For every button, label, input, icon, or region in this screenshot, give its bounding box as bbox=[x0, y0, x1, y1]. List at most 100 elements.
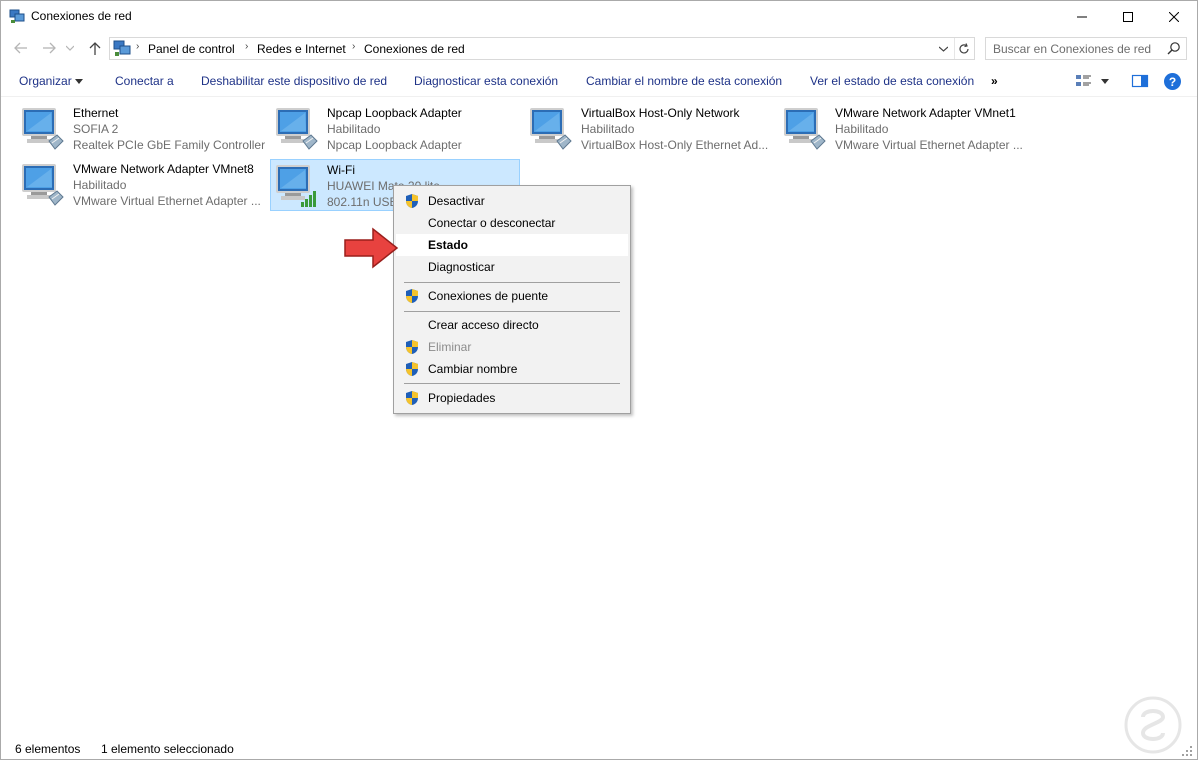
connection-name: VirtualBox Host-Only Network bbox=[581, 106, 740, 120]
menu-item-disable[interactable]: Desactivar bbox=[396, 190, 628, 212]
ethernet-adapter-icon bbox=[22, 108, 64, 150]
menu-item-connect-disconnect[interactable]: Conectar o desconectar bbox=[396, 212, 628, 234]
menu-item-bridge-connections[interactable]: Conexiones de puente bbox=[396, 285, 628, 307]
minimize-icon bbox=[1077, 16, 1087, 17]
menu-item-label: Eliminar bbox=[428, 340, 472, 354]
resize-grip-icon[interactable] bbox=[1181, 745, 1193, 757]
maximize-icon bbox=[1123, 11, 1133, 22]
forward-button[interactable] bbox=[39, 38, 59, 58]
recent-locations-button[interactable] bbox=[63, 38, 77, 58]
ethernet-adapter-icon bbox=[530, 108, 572, 150]
connect-to-button[interactable]: Conectar a bbox=[115, 74, 174, 88]
navigation-bar: › Panel de control › Redes e Internet › … bbox=[1, 35, 1197, 61]
annotation-arrow-icon bbox=[344, 227, 399, 269]
organize-label: Organizar bbox=[19, 74, 72, 88]
ethernet-adapter-icon bbox=[22, 164, 64, 206]
network-connections-icon bbox=[113, 40, 131, 56]
menu-item-label: Estado bbox=[428, 238, 469, 252]
menu-item-rename[interactable]: Cambiar nombre bbox=[396, 358, 628, 380]
chevron-down-icon bbox=[66, 45, 74, 51]
status-bar: 6 elementos 1 elemento seleccionado bbox=[1, 739, 1197, 759]
connection-name: VMware Network Adapter VMnet1 bbox=[835, 106, 1016, 120]
connection-name: Wi-Fi bbox=[327, 163, 355, 177]
caret-down-icon bbox=[75, 79, 84, 85]
connection-device: Realtek PCIe GbE Family Controller bbox=[73, 138, 266, 152]
connection-status: Habilitado bbox=[581, 122, 635, 136]
address-dropdown-button[interactable] bbox=[934, 38, 952, 59]
uac-shield-icon bbox=[406, 289, 418, 303]
connection-item-ethernet[interactable]: Ethernet SOFIA 2 Realtek PCIe GbE Family… bbox=[17, 103, 267, 155]
menu-separator bbox=[404, 311, 620, 312]
menu-item-label: Conectar o desconectar bbox=[428, 216, 556, 230]
maximize-button[interactable] bbox=[1105, 1, 1151, 32]
ethernet-adapter-icon bbox=[784, 108, 826, 150]
breadcrumb-network-connections[interactable]: Conexiones de red bbox=[364, 42, 465, 56]
ethernet-adapter-icon bbox=[276, 108, 318, 150]
selection-count: 1 elemento seleccionado bbox=[101, 742, 234, 756]
rename-connection-button[interactable]: Cambiar el nombre de esta conexión bbox=[586, 74, 782, 88]
item-count: 6 elementos bbox=[15, 742, 81, 756]
connection-name: Npcap Loopback Adapter bbox=[327, 106, 462, 120]
view-options-caret-icon[interactable] bbox=[1101, 79, 1109, 84]
menu-item-diagnose[interactable]: Diagnosticar bbox=[396, 256, 628, 278]
window-title: Conexiones de red bbox=[31, 9, 132, 23]
uac-shield-icon bbox=[406, 340, 418, 354]
view-status-button[interactable]: Ver el estado de esta conexión bbox=[810, 74, 974, 88]
wifi-adapter-icon bbox=[276, 165, 316, 207]
search-box[interactable]: Buscar en Conexiones de red bbox=[985, 37, 1187, 60]
title-bar: Conexiones de red bbox=[1, 1, 1197, 32]
connection-item-virtualbox[interactable]: VirtualBox Host-Only Network Habilitado … bbox=[525, 103, 775, 155]
uac-shield-icon bbox=[406, 391, 418, 405]
menu-item-label: Diagnosticar bbox=[428, 260, 495, 274]
address-bar[interactable]: › Panel de control › Redes e Internet › … bbox=[109, 37, 975, 60]
disable-device-button[interactable]: Deshabilitar este dispositivo de red bbox=[201, 74, 387, 88]
connection-item-npcap[interactable]: Npcap Loopback Adapter Habilitado Npcap … bbox=[271, 103, 521, 155]
watermark-logo-icon bbox=[1124, 696, 1182, 754]
chevron-down-icon bbox=[938, 46, 948, 52]
uac-shield-icon bbox=[406, 362, 418, 376]
arrow-right-icon bbox=[43, 42, 56, 54]
breadcrumb-control-panel[interactable]: Panel de control bbox=[148, 42, 235, 56]
menu-item-create-shortcut[interactable]: Crear acceso directo bbox=[396, 314, 628, 336]
connection-item-vmnet1[interactable]: VMware Network Adapter VMnet1 Habilitado… bbox=[779, 103, 1029, 155]
command-bar: Organizar Conectar a Deshabilitar este d… bbox=[1, 67, 1197, 97]
back-button[interactable] bbox=[11, 38, 31, 58]
preview-pane-icon[interactable] bbox=[1131, 73, 1149, 89]
network-connections-icon bbox=[9, 9, 25, 23]
connection-status: Habilitado bbox=[73, 178, 127, 192]
refresh-button[interactable] bbox=[954, 38, 972, 59]
uac-shield-icon bbox=[406, 194, 418, 208]
menu-item-status[interactable]: Estado bbox=[396, 234, 628, 256]
help-icon[interactable]: ? bbox=[1164, 73, 1181, 90]
breadcrumb-network-internet[interactable]: Redes e Internet bbox=[257, 42, 346, 56]
refresh-icon bbox=[958, 42, 969, 53]
connection-name: VMware Network Adapter VMnet8 bbox=[73, 162, 254, 176]
connection-device: 802.11n USB bbox=[327, 195, 398, 209]
menu-item-delete: Eliminar bbox=[396, 336, 628, 358]
breadcrumb-separator: › bbox=[352, 41, 356, 52]
connection-device: VMware Virtual Ethernet Adapter ... bbox=[835, 138, 1023, 152]
menu-item-label: Cambiar nombre bbox=[428, 362, 518, 376]
diagnose-connection-button[interactable]: Diagnosticar esta conexión bbox=[414, 74, 558, 88]
menu-item-label: Desactivar bbox=[428, 194, 485, 208]
connection-item-vmnet8[interactable]: VMware Network Adapter VMnet8 Habilitado… bbox=[17, 159, 267, 211]
close-button[interactable] bbox=[1151, 1, 1197, 32]
search-placeholder: Buscar en Conexiones de red bbox=[993, 42, 1152, 56]
connection-name: Ethernet bbox=[73, 106, 119, 120]
connection-device: VMware Virtual Ethernet Adapter ... bbox=[73, 194, 261, 208]
close-icon bbox=[1169, 11, 1179, 22]
arrow-up-icon bbox=[89, 42, 101, 55]
menu-item-properties[interactable]: Propiedades bbox=[396, 387, 628, 409]
connection-device: VirtualBox Host-Only Ethernet Ad... bbox=[581, 138, 769, 152]
connection-device: Npcap Loopback Adapter bbox=[327, 138, 462, 152]
menu-separator bbox=[404, 383, 620, 384]
minimize-button[interactable] bbox=[1059, 1, 1105, 32]
connection-status: Habilitado bbox=[327, 122, 381, 136]
organize-menu-button[interactable]: Organizar bbox=[19, 74, 84, 88]
network-connections-window: Conexiones de red › Panel de control › R… bbox=[0, 0, 1198, 760]
up-button[interactable] bbox=[85, 38, 105, 58]
more-commands-button[interactable]: » bbox=[991, 74, 998, 88]
menu-item-label: Crear acceso directo bbox=[428, 318, 539, 332]
change-view-icon[interactable] bbox=[1075, 73, 1093, 89]
menu-separator bbox=[404, 282, 620, 283]
